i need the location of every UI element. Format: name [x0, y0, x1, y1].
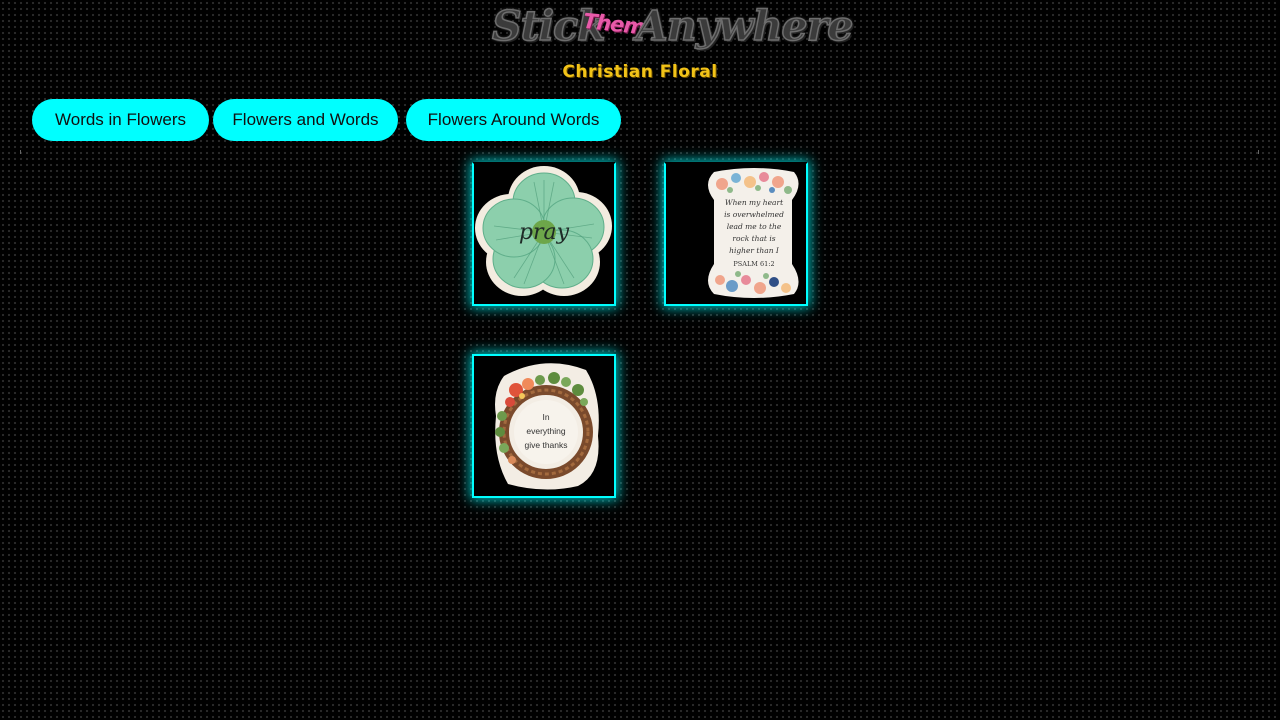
psalm-line-1: When my heart — [725, 198, 784, 207]
logo-word-anywhere: Anywhere — [635, 1, 854, 51]
sticker-tile-psalm[interactable]: When my heart is overwhelmed lead me to … — [664, 162, 808, 306]
psalm-line-3: lead me to the — [727, 222, 782, 231]
psalm-line-5: higher than I — [729, 246, 780, 255]
flowers-around-words-button[interactable]: Flowers Around Words — [406, 99, 621, 141]
wreath-line-2: everything — [526, 426, 565, 436]
page: Stick Them Anywhere Christian Floral Wor… — [0, 0, 1280, 720]
words-in-flowers-button[interactable]: Words in Flowers — [32, 99, 209, 141]
pray-flower-sticker-image: pray — [475, 166, 612, 296]
wreath-sticker-image: In everything give thanks — [495, 363, 599, 490]
psalm-sticker-image: When my heart is overwhelmed lead me to … — [708, 168, 799, 298]
sticker-tile-give-thanks[interactable]: In everything give thanks — [472, 354, 616, 498]
category-title: Christian Floral — [562, 62, 718, 82]
wreath-line-3: give thanks — [525, 440, 568, 450]
site-logo[interactable]: Stick Them Anywhere — [0, 0, 1280, 62]
psalm-reference: PSALM 61:2 — [733, 260, 774, 268]
psalm-line-2: is overwhelmed — [724, 210, 784, 219]
wreath-line-1: In — [542, 412, 549, 422]
divider-mark-left — [20, 150, 21, 154]
flowers-and-words-button[interactable]: Flowers and Words — [213, 99, 398, 141]
psalm-line-4: rock that is — [732, 234, 775, 243]
sticker-tile-pray[interactable]: pray — [472, 162, 616, 306]
pray-text: pray — [519, 220, 570, 245]
divider-mark-right — [1258, 150, 1259, 154]
